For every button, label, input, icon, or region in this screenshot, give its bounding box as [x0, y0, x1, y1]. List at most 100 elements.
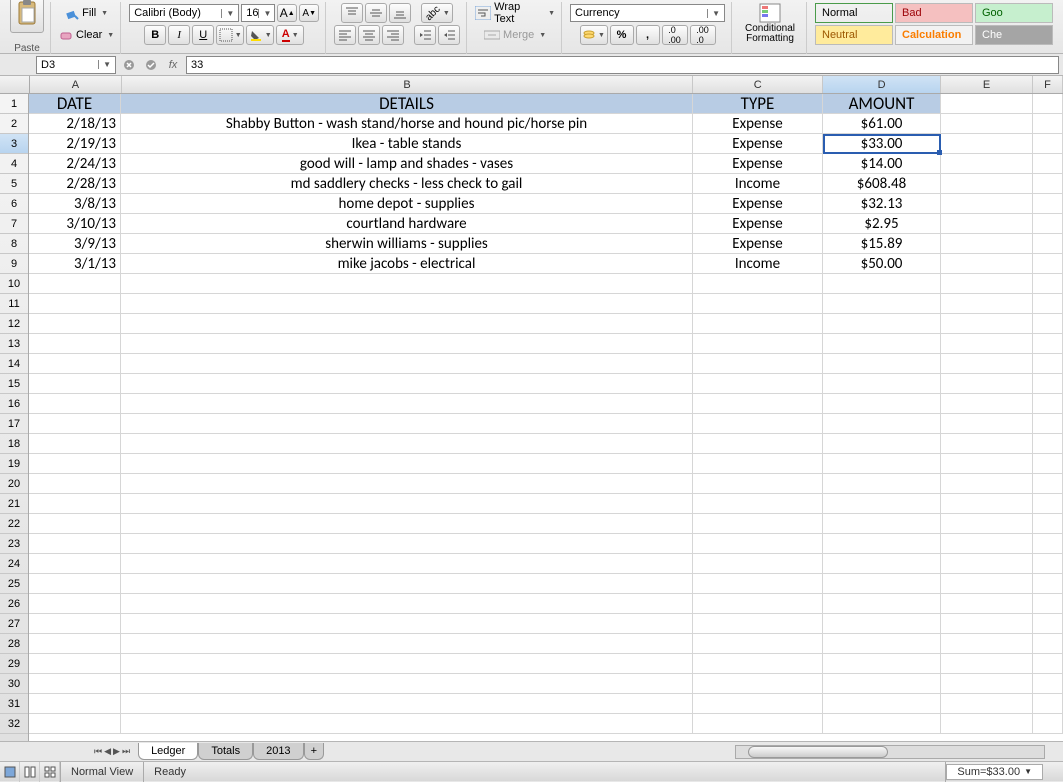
cell[interactable] — [941, 714, 1033, 734]
align-right-button[interactable] — [382, 25, 404, 45]
header-amount[interactable]: AMOUNT — [823, 94, 941, 114]
increase-font-button[interactable]: A▲ — [277, 4, 297, 22]
header-details[interactable]: DETAILS — [121, 94, 693, 114]
cell[interactable] — [941, 314, 1033, 334]
row-header[interactable]: 17 — [0, 414, 28, 434]
borders-button[interactable]: ▼ — [216, 25, 244, 45]
cell[interactable] — [941, 234, 1033, 254]
cell-amount[interactable]: $14.00 — [823, 154, 941, 174]
cell[interactable] — [693, 534, 823, 554]
row-header[interactable]: 9 — [0, 254, 28, 274]
cell-type[interactable]: Expense — [693, 214, 823, 234]
cell[interactable] — [823, 374, 941, 394]
cell[interactable] — [29, 534, 121, 554]
cancel-formula-button[interactable] — [120, 56, 138, 74]
cell[interactable] — [823, 434, 941, 454]
cell[interactable] — [823, 314, 941, 334]
cell[interactable] — [941, 574, 1033, 594]
tab-last-button[interactable]: ⏭ — [122, 746, 130, 757]
tab-first-button[interactable]: ⏮ — [94, 746, 102, 757]
cell[interactable] — [1033, 234, 1063, 254]
font-name-select[interactable]: Calibri (Body)▼ — [129, 4, 239, 22]
cell-type[interactable]: Expense — [693, 154, 823, 174]
cell[interactable] — [693, 514, 823, 534]
cell-type[interactable]: Expense — [693, 194, 823, 214]
increase-decimal-button[interactable]: .0.00 — [662, 25, 688, 45]
row-header[interactable]: 5 — [0, 174, 28, 194]
cell[interactable] — [29, 574, 121, 594]
cell[interactable] — [823, 534, 941, 554]
row-header[interactable]: 2 — [0, 114, 28, 134]
cell[interactable] — [29, 694, 121, 714]
cell-details[interactable]: md saddlery checks - less check to gail — [121, 174, 693, 194]
cell[interactable] — [823, 354, 941, 374]
cell[interactable] — [1033, 434, 1063, 454]
fill-color-button[interactable]: ▼ — [246, 25, 274, 45]
cells-area[interactable]: DATEDETAILSTYPEAMOUNT2/18/13Shabby Butto… — [29, 94, 1063, 741]
cell-date[interactable]: 3/8/13 — [29, 194, 121, 214]
cell[interactable] — [941, 514, 1033, 534]
cell[interactable] — [941, 194, 1033, 214]
cell-date[interactable]: 3/9/13 — [29, 234, 121, 254]
align-bottom-button[interactable] — [389, 3, 411, 23]
cell[interactable] — [941, 354, 1033, 374]
cell[interactable] — [941, 434, 1033, 454]
cell[interactable] — [823, 654, 941, 674]
bold-button[interactable]: B — [144, 25, 166, 45]
row-header[interactable]: 6 — [0, 194, 28, 214]
cell[interactable] — [823, 514, 941, 534]
align-center-button[interactable] — [358, 25, 380, 45]
cell[interactable] — [823, 334, 941, 354]
row-header[interactable]: 22 — [0, 514, 28, 534]
row-header[interactable]: 31 — [0, 694, 28, 714]
cell[interactable] — [29, 454, 121, 474]
cell-type[interactable]: Expense — [693, 234, 823, 254]
merge-button[interactable]: Merge▼ — [484, 28, 546, 42]
header-date[interactable]: DATE — [29, 94, 121, 114]
cell[interactable] — [29, 634, 121, 654]
cell[interactable] — [121, 454, 693, 474]
cell[interactable] — [29, 474, 121, 494]
decrease-font-button[interactable]: A▼ — [299, 4, 319, 22]
cell-details[interactable]: courtland hardware — [121, 214, 693, 234]
conditional-formatting-button[interactable]: Conditional Formatting — [740, 2, 800, 44]
cell[interactable] — [823, 574, 941, 594]
cell[interactable] — [941, 594, 1033, 614]
cell[interactable] — [1033, 634, 1063, 654]
cell[interactable] — [121, 294, 693, 314]
row-header[interactable]: 10 — [0, 274, 28, 294]
cell[interactable] — [693, 414, 823, 434]
cell[interactable] — [941, 154, 1033, 174]
cell[interactable] — [693, 594, 823, 614]
cell[interactable] — [823, 294, 941, 314]
clear-button[interactable]: Clear▼ — [59, 28, 114, 42]
cell-details[interactable]: home depot - supplies — [121, 194, 693, 214]
cell[interactable] — [29, 414, 121, 434]
cell[interactable] — [1033, 674, 1063, 694]
cell[interactable] — [121, 334, 693, 354]
underline-button[interactable]: U — [192, 25, 214, 45]
cell[interactable] — [1033, 274, 1063, 294]
cell[interactable] — [823, 554, 941, 574]
cell-type[interactable]: Expense — [693, 114, 823, 134]
row-header[interactable]: 19 — [0, 454, 28, 474]
row-header[interactable]: 8 — [0, 234, 28, 254]
col-header-b[interactable]: B — [122, 76, 693, 93]
row-header[interactable]: 32 — [0, 714, 28, 734]
col-header-a[interactable]: A — [30, 76, 122, 93]
row-header[interactable]: 4 — [0, 154, 28, 174]
fill-button[interactable]: Fill▼ — [65, 6, 108, 20]
currency-button[interactable]: ▼ — [580, 25, 608, 45]
cell[interactable] — [823, 454, 941, 474]
cell[interactable] — [693, 494, 823, 514]
row-header[interactable]: 21 — [0, 494, 28, 514]
cell[interactable] — [121, 614, 693, 634]
cell[interactable] — [941, 334, 1033, 354]
cell[interactable] — [693, 654, 823, 674]
cell-type[interactable]: Income — [693, 254, 823, 274]
row-header[interactable]: 3 — [0, 134, 28, 154]
cell[interactable] — [1033, 294, 1063, 314]
row-header[interactable]: 30 — [0, 674, 28, 694]
cell[interactable] — [941, 674, 1033, 694]
cell-amount[interactable]: $608.48 — [823, 174, 941, 194]
